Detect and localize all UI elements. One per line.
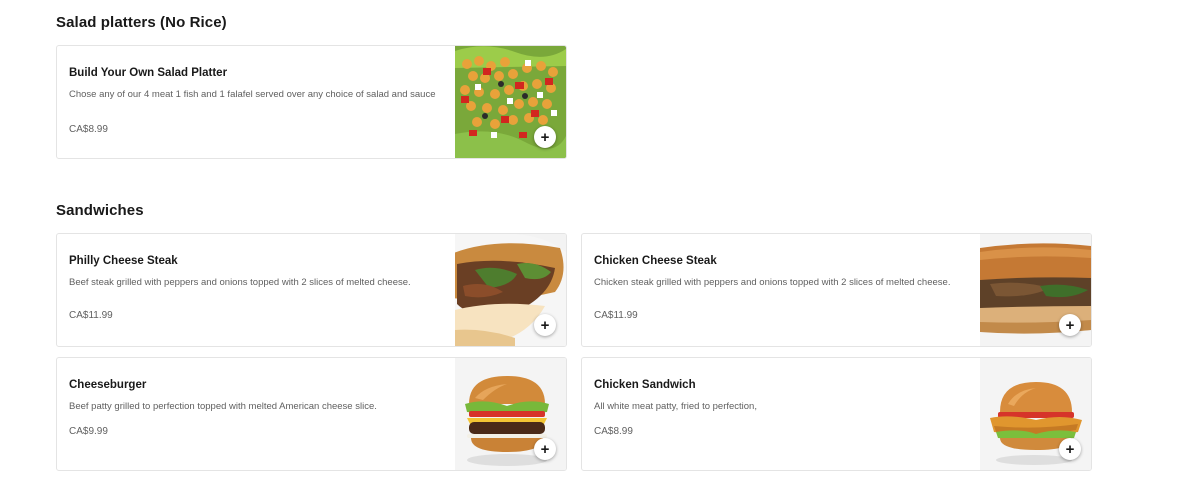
menu-item-description: Chicken steak grilled with peppers and o… [594,277,951,288]
menu-item-name: Build Your Own Salad Platter [69,67,228,79]
menu-item-price: CA$9.99 [69,426,108,437]
menu-item-card[interactable]: Philly Cheese Steak Beef steak grilled w… [56,233,567,347]
philly-sandwich-image: + [455,234,566,346]
salad-image: + [455,46,566,158]
section-title-salad-platters: Salad platters (No Rice) [56,14,227,31]
menu-item-name: Chicken Cheese Steak [594,255,717,267]
section-title-sandwiches: Sandwiches [56,202,144,219]
chicken-sub-image: + [980,234,1091,346]
menu-item-price: CA$11.99 [69,310,113,321]
menu-item-name: Cheeseburger [69,379,147,391]
add-to-cart-button[interactable]: + [1059,314,1081,336]
menu-item-description: Chose any of our 4 meat 1 fish and 1 fal… [69,89,436,100]
menu-item-card[interactable]: Build Your Own Salad Platter Chose any o… [56,45,567,159]
menu-item-card[interactable]: Chicken Sandwich All white meat patty, f… [581,357,1092,471]
menu-item-description: Beef patty grilled to perfection topped … [69,401,377,412]
menu-item-description: Beef steak grilled with peppers and onio… [69,277,411,288]
menu-item-name: Philly Cheese Steak [69,255,178,267]
add-to-cart-button[interactable]: + [534,126,556,148]
menu-item-price: CA$11.99 [594,310,638,321]
menu-item-card[interactable]: Chicken Cheese Steak Chicken steak grill… [581,233,1092,347]
burger-image: + [455,358,566,470]
add-to-cart-button[interactable]: + [534,314,556,336]
menu-item-name: Chicken Sandwich [594,379,696,391]
add-to-cart-button[interactable]: + [534,438,556,460]
menu-item-price: CA$8.99 [594,426,633,437]
add-to-cart-button[interactable]: + [1059,438,1081,460]
menu-item-card[interactable]: Cheeseburger Beef patty grilled to perfe… [56,357,567,471]
menu-item-price: CA$8.99 [69,124,108,135]
menu-item-description: All white meat patty, fried to perfectio… [594,401,757,412]
chicken-burger-image: + [980,358,1091,470]
